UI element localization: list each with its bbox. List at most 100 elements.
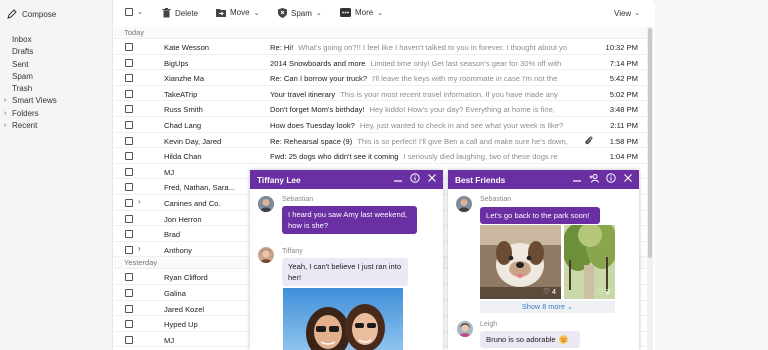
row-checkbox[interactable] xyxy=(125,120,133,129)
info-icon[interactable] xyxy=(410,173,420,183)
more-dots-icon xyxy=(340,8,351,17)
sidebar-item-folders[interactable]: › Folders xyxy=(4,108,57,120)
sender-name: Sebastian xyxy=(282,196,314,203)
info-icon[interactable] xyxy=(606,173,616,183)
shared-photo[interactable]: ♡ 2 xyxy=(564,225,615,299)
chevron-down-icon: ⌄ xyxy=(315,10,322,17)
compose-button[interactable]: Compose xyxy=(7,9,56,19)
expand-thread-icon[interactable]: › xyxy=(138,244,141,253)
select-all-control[interactable]: ⌄ xyxy=(125,8,143,16)
row-checkbox[interactable] xyxy=(125,136,133,145)
sidebar-item-trash[interactable]: Trash xyxy=(4,83,57,95)
sidebar-item-drafts[interactable]: Drafts xyxy=(4,46,57,58)
chat-title: Best Friends xyxy=(455,174,506,185)
chat-title: Tiffany Lee xyxy=(257,174,301,185)
message-bubble: I heard you saw Amy last weekend, how is… xyxy=(282,206,417,234)
message-row[interactable]: Russ Smith Don't forget Mom's birthday! He… xyxy=(114,101,654,117)
message-row[interactable]: Xianzhe Ma Re: Can I borrow your truck? I'… xyxy=(114,70,654,86)
subject-line: Your travel itinerary This is your most r… xyxy=(270,90,576,99)
message-row[interactable]: Kevin Day, Jared Re: Rehearsal space (9) T… xyxy=(114,133,654,149)
row-checkbox[interactable] xyxy=(125,320,133,329)
chat-header[interactable]: Tiffany Lee xyxy=(250,170,443,189)
message-row[interactable]: Hilda Chan Fwd: 25 dogs who didn't see it… xyxy=(114,148,654,164)
row-checkbox[interactable] xyxy=(125,89,133,98)
row-checkbox[interactable] xyxy=(125,273,133,282)
right-pane xyxy=(655,0,768,350)
sidebar-item-spam[interactable]: Spam xyxy=(4,71,57,83)
subject-line: Don't forget Mom's birthday! Hey kiddo! H… xyxy=(270,105,576,114)
expand-thread-icon[interactable]: › xyxy=(138,197,141,206)
row-checkbox[interactable] xyxy=(125,183,133,192)
message-bubble: Let's go back to the park soon! xyxy=(480,207,600,224)
scrollbar-thumb[interactable] xyxy=(648,28,652,258)
sender: Hyped Up xyxy=(164,320,198,330)
sender: Canines and Co. xyxy=(164,198,221,208)
chevron-right-icon[interactable]: › xyxy=(4,95,12,107)
row-checkbox[interactable] xyxy=(125,198,133,207)
subject-line: Re: Can I borrow your truck? I'll leave t… xyxy=(270,74,576,83)
subject-line: Fwd: 25 dogs who didn't see it coming I s… xyxy=(270,152,576,161)
sidebar-item-sent[interactable]: Sent xyxy=(4,59,57,71)
message-row[interactable]: Kate Wesson Re: Hi! What's going on?!! I f… xyxy=(114,39,654,55)
chevron-right-icon[interactable]: › xyxy=(4,120,12,132)
sidebar-item-smart-views[interactable]: › Smart Views xyxy=(4,95,57,107)
subject-line: Re: Rehearsal space (9) This is so perfec… xyxy=(270,137,576,146)
select-all-checkbox[interactable] xyxy=(125,8,133,16)
minimize-icon[interactable] xyxy=(572,173,582,183)
row-checkbox[interactable] xyxy=(125,152,133,161)
shared-photo[interactable] xyxy=(283,288,403,350)
row-checkbox[interactable] xyxy=(125,245,133,254)
move-button[interactable]: Move ⌄ xyxy=(216,8,259,17)
add-person-icon[interactable] xyxy=(589,173,599,183)
chat-header[interactable]: Best Friends xyxy=(448,170,639,189)
avatar xyxy=(457,321,473,337)
chevron-down-icon: ⌄ xyxy=(377,9,384,17)
close-icon[interactable] xyxy=(427,173,437,183)
row-checkbox[interactable] xyxy=(125,335,133,344)
more-button[interactable]: More ⌄ xyxy=(340,8,383,17)
message-row[interactable]: TakeATrip Your travel itinerary This is yo… xyxy=(114,86,654,102)
sender: MJ xyxy=(164,167,175,177)
sidebar-item-recent[interactable]: › Recent xyxy=(4,120,57,132)
subject: How does Tuesday look? xyxy=(270,120,355,130)
row-checkbox[interactable] xyxy=(125,288,133,297)
minimize-icon[interactable] xyxy=(393,173,403,183)
sidebar-item-inbox[interactable]: Inbox xyxy=(4,34,57,46)
like-count[interactable]: ♡ 2 xyxy=(597,287,610,296)
delete-button[interactable]: Delete xyxy=(162,8,198,18)
row-checkbox[interactable] xyxy=(125,105,133,114)
row-checkbox[interactable] xyxy=(125,304,133,313)
row-checkbox[interactable] xyxy=(125,74,133,83)
show-more-link[interactable]: Show 8 more ⌄ xyxy=(480,301,615,313)
sender-name: Tiffany xyxy=(282,248,303,255)
spam-button[interactable]: Spam ⌄ xyxy=(278,8,322,18)
compose-label: Compose xyxy=(22,9,57,19)
message-row[interactable]: Chad Lang How does Tuesday look? Hey, just… xyxy=(114,117,654,133)
heart-eyes-emoji-icon xyxy=(558,335,568,344)
sender: MJ xyxy=(164,335,175,345)
sender: Xianzhe Ma xyxy=(164,74,205,84)
chat-window-best-friends: Best Friends Sebastian Let's go back to … xyxy=(448,170,639,350)
row-checkbox[interactable] xyxy=(125,43,133,51)
timestamp: 2:11 PM xyxy=(610,120,638,130)
row-checkbox[interactable] xyxy=(125,167,133,176)
close-icon[interactable] xyxy=(623,173,633,183)
sidebar-item-label: Inbox xyxy=(12,35,32,44)
timestamp: 5:02 PM xyxy=(609,89,638,99)
preview: Limited time only! Get last season's gea… xyxy=(370,58,562,68)
row-checkbox[interactable] xyxy=(125,58,133,67)
row-checkbox[interactable] xyxy=(125,230,133,239)
subject-line: Re: Hi! What's going on?!! I feel like I … xyxy=(270,43,576,52)
sidebar-item-label: Drafts xyxy=(12,47,34,57)
message-row[interactable]: BigUps 2014 Snowboards and more Limited ti… xyxy=(114,55,654,71)
chevron-right-icon[interactable]: › xyxy=(4,108,12,120)
row-checkbox[interactable] xyxy=(125,214,133,223)
timestamp: 1:04 PM xyxy=(609,152,638,162)
like-count[interactable]: ♡ 4 xyxy=(543,287,556,296)
sidebar-item-label: Smart Views xyxy=(12,96,57,106)
shared-photo[interactable]: ♡ 4 xyxy=(480,225,561,299)
timestamp: 10:32 PM xyxy=(605,43,638,52)
subject: Re: Hi! xyxy=(270,43,294,52)
sender: Chad Lang xyxy=(164,120,202,130)
view-menu[interactable]: View ⌄ xyxy=(614,9,640,18)
